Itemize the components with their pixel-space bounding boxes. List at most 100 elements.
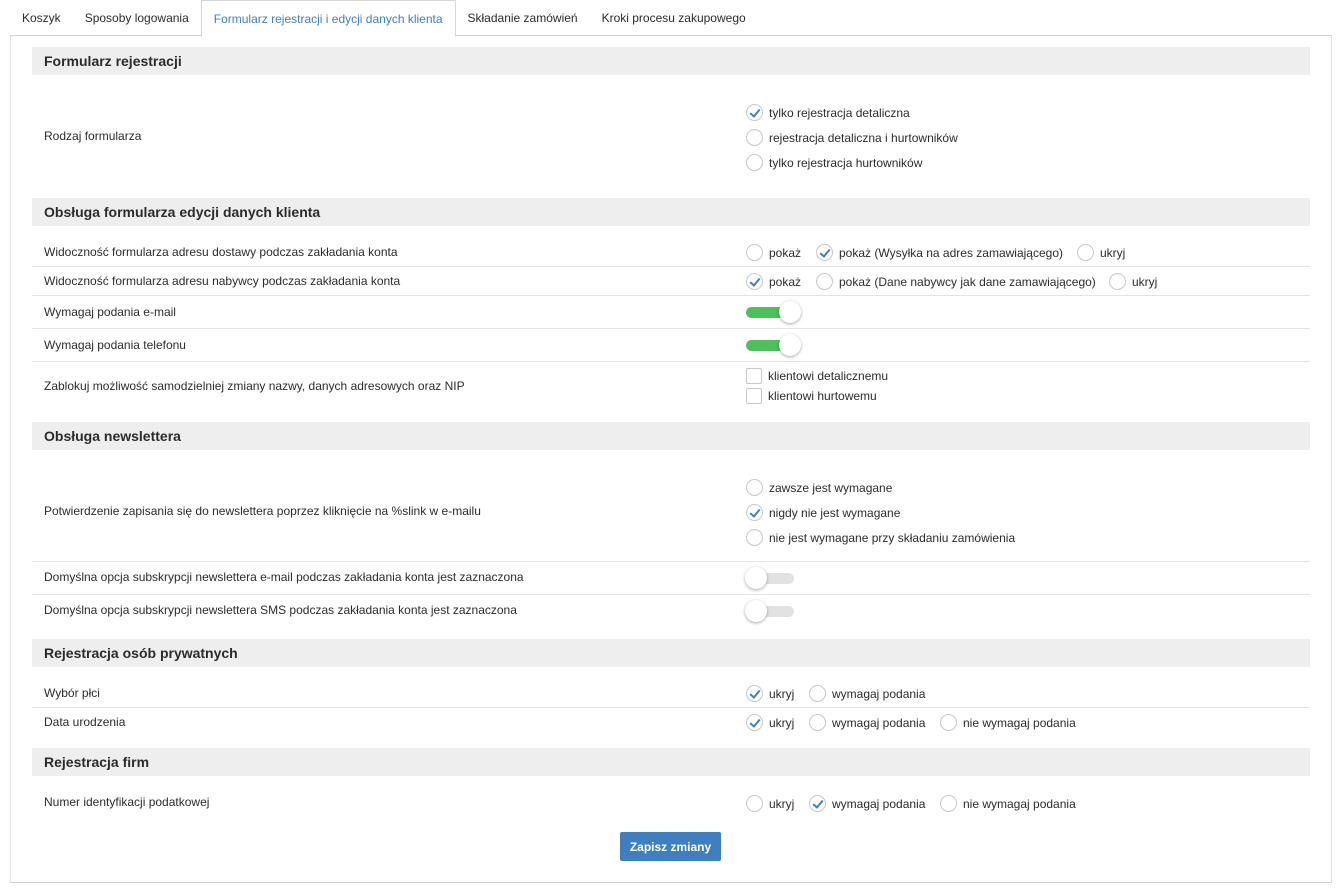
radio-icon xyxy=(809,685,826,702)
section-header-company: Rejestracja firm xyxy=(32,748,1310,776)
toggle-knob xyxy=(745,600,767,622)
option-label: zawsze jest wymagane xyxy=(769,480,893,495)
newsletter-confirm-always[interactable]: zawsze jest wymagane xyxy=(746,479,892,496)
radio-checked-icon xyxy=(746,104,763,121)
row-divider xyxy=(32,707,1310,708)
radio-checked-icon xyxy=(746,685,763,702)
option-label: pokaż xyxy=(769,245,802,260)
option-label: nigdy nie jest wymagane xyxy=(769,505,901,520)
section-header-private: Rejestracja osób prywatnych xyxy=(32,639,1310,667)
tab-login-methods[interactable]: Sposoby logowania xyxy=(73,0,201,36)
newsletter-default-email-toggle[interactable] xyxy=(745,567,802,589)
option-label: wymagaj podania xyxy=(832,686,926,701)
radio-icon xyxy=(746,479,763,496)
radio-icon xyxy=(746,795,763,812)
option-label: wymagaj podania xyxy=(832,715,926,730)
section-header-edit: Obsługa formularza edycji danych klienta xyxy=(32,198,1310,226)
form-type-label: Rodzaj formularza xyxy=(44,129,142,143)
save-button[interactable]: Zapisz zmiany xyxy=(620,832,721,861)
radio-icon xyxy=(746,129,763,146)
toggle-knob xyxy=(779,301,801,323)
radio-checked-icon xyxy=(816,244,833,261)
option-label: tylko rejestracja detaliczna xyxy=(769,105,910,120)
tab-registration-form[interactable]: Formularz rejestracji i edycji danych kl… xyxy=(200,0,456,37)
option-label: pokaż xyxy=(769,274,802,289)
radio-checked-icon xyxy=(746,504,763,521)
checkbox-icon xyxy=(746,368,762,384)
birthdate-label: Data urodzenia xyxy=(44,715,126,729)
tab-cart[interactable]: Koszyk xyxy=(10,0,73,36)
tax-id-option-require[interactable]: wymagaj podania xyxy=(809,795,925,812)
newsletter-default-sms-toggle[interactable] xyxy=(745,600,802,622)
option-label: klientowi hurtowemu xyxy=(768,389,877,403)
section-header-newsletter: Obsługa newslettera xyxy=(32,422,1310,450)
require-phone-toggle[interactable] xyxy=(746,334,802,356)
option-label: wymagaj podania xyxy=(832,796,926,811)
tab-bar: Koszyk Sposoby logowania Formularz rejes… xyxy=(10,0,1332,37)
radio-checked-icon xyxy=(746,714,763,731)
row-divider xyxy=(32,361,1310,362)
form-type-option-retail[interactable]: tylko rejestracja detaliczna xyxy=(746,104,910,121)
newsletter-confirm-never[interactable]: nigdy nie jest wymagane xyxy=(746,504,900,521)
birthdate-option-hide[interactable]: ukryj xyxy=(746,714,794,731)
newsletter-confirm-label: Potwierdzenie zapisania się do newslette… xyxy=(44,504,481,518)
option-label: ukryj xyxy=(1100,245,1126,260)
newsletter-default-sms-label: Domyślna opcja subskrypcji newslettera S… xyxy=(44,603,517,617)
delivery-option-show[interactable]: pokaż xyxy=(746,244,801,261)
option-label: nie wymagaj podania xyxy=(963,796,1076,811)
row-divider xyxy=(32,561,1310,562)
option-label: ukryj xyxy=(769,686,795,701)
lock-changes-label: Zablokuj możliwość samodzielniej zmiany … xyxy=(44,379,465,393)
toggle-knob xyxy=(779,334,801,356)
birthdate-option-require[interactable]: wymagaj podania xyxy=(809,714,925,731)
radio-icon xyxy=(1077,244,1094,261)
require-email-toggle[interactable] xyxy=(746,301,802,323)
buyer-option-show-orderer[interactable]: pokaż (Dane nabywcy jak dane zamawiające… xyxy=(816,273,1096,290)
radio-icon xyxy=(746,529,763,546)
radio-checked-icon xyxy=(746,273,763,290)
option-label: tylko rejestracja hurtowników xyxy=(769,155,923,170)
radio-icon xyxy=(809,714,826,731)
tab-checkout-steps[interactable]: Kroki procesu zakupowego xyxy=(590,0,758,36)
option-label: ukryj xyxy=(769,796,795,811)
radio-icon xyxy=(816,273,833,290)
gender-option-hide[interactable]: ukryj xyxy=(746,685,794,702)
radio-icon xyxy=(746,244,763,261)
option-label: nie wymagaj podania xyxy=(963,715,1076,730)
buyer-visibility-label: Widoczność formularza adresu nabywcy pod… xyxy=(44,274,401,288)
radio-icon xyxy=(746,154,763,171)
radio-icon xyxy=(940,795,957,812)
option-label: rejestracja detaliczna i hurtowników xyxy=(769,130,958,145)
lock-option-retail[interactable]: klientowi detalicznemu xyxy=(746,368,888,384)
buyer-option-hide[interactable]: ukryj xyxy=(1109,273,1157,290)
delivery-visibility-label: Widoczność formularza adresu dostawy pod… xyxy=(44,245,398,259)
option-label: ukryj xyxy=(1132,274,1158,289)
toggle-knob xyxy=(745,567,767,589)
option-label: pokaż (Dane nabywcy jak dane zamawiające… xyxy=(839,274,1096,289)
delivery-option-hide[interactable]: ukryj xyxy=(1077,244,1125,261)
option-label: ukryj xyxy=(769,715,795,730)
newsletter-default-email-label: Domyślna opcja subskrypcji newslettera e… xyxy=(44,570,524,584)
checkbox-icon xyxy=(746,388,762,404)
section-header-registration: Formularz rejestracji xyxy=(32,47,1310,75)
tax-id-option-hide[interactable]: ukryj xyxy=(746,795,794,812)
gender-option-require[interactable]: wymagaj podania xyxy=(809,685,925,702)
buyer-option-show[interactable]: pokaż xyxy=(746,273,801,290)
tax-id-option-not-require[interactable]: nie wymagaj podania xyxy=(940,795,1076,812)
tax-id-label: Numer identyfikacji podatkowej xyxy=(44,795,210,809)
newsletter-confirm-not-on-order[interactable]: nie jest wymagane przy składaniu zamówie… xyxy=(746,529,1015,546)
row-divider xyxy=(32,295,1310,296)
tab-ordering[interactable]: Składanie zamówień xyxy=(456,0,590,36)
lock-option-wholesale[interactable]: klientowi hurtowemu xyxy=(746,388,877,404)
require-email-label: Wymagaj podania e-mail xyxy=(44,305,176,319)
form-type-option-wholesale[interactable]: tylko rejestracja hurtowników xyxy=(746,154,922,171)
option-label: klientowi detalicznemu xyxy=(768,369,889,383)
row-divider xyxy=(32,594,1310,595)
delivery-option-show-orderer[interactable]: pokaż (Wysyłka na adres zamawiającego) xyxy=(816,244,1063,261)
gender-label: Wybór płci xyxy=(44,686,100,700)
option-label: nie jest wymagane przy składaniu zamówie… xyxy=(769,530,1016,545)
birthdate-option-not-require[interactable]: nie wymagaj podania xyxy=(940,714,1076,731)
radio-icon xyxy=(1109,273,1126,290)
form-type-option-retail-wholesale[interactable]: rejestracja detaliczna i hurtowników xyxy=(746,129,958,146)
row-divider xyxy=(32,328,1310,329)
